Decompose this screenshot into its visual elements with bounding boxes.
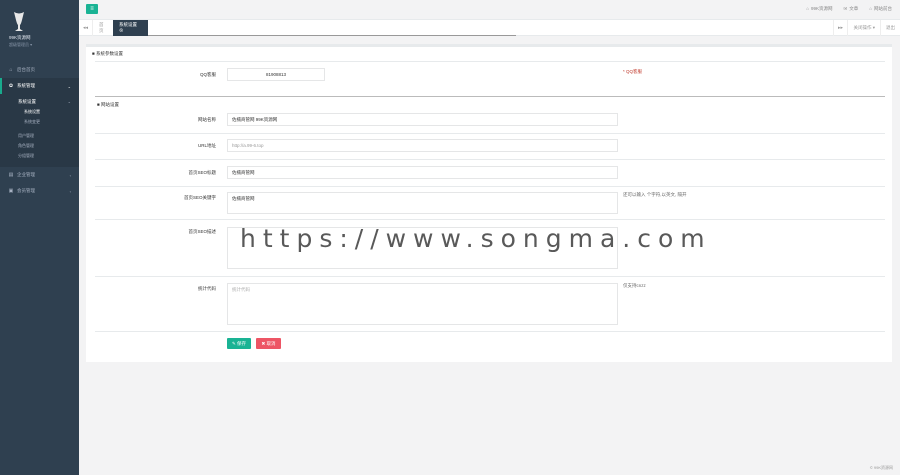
section-title-site: ■ 网站设置 [97, 102, 119, 107]
chevron-left-icon: ‹ [69, 188, 71, 194]
close-tabs-dropdown[interactable]: 关闭操作 ▾ [847, 20, 880, 36]
sidebar-subgroup-label: 系统设置 [18, 98, 36, 104]
tabs-scroll-left-button[interactable]: ◂◂ [79, 20, 93, 36]
top-header: ≡ ⌂ 99K资源网 ✉ 文章 ⌂ 网站前台 [79, 0, 900, 20]
divider [95, 96, 885, 97]
divider [95, 133, 885, 134]
footer-copyright: © 99K资源网 [869, 465, 893, 470]
stat-code-label: 统计代码 [198, 286, 216, 291]
chevron-down-icon: ⌄ [67, 83, 71, 89]
stat-code-textarea[interactable]: 统计代码 [227, 283, 618, 325]
sidebar-item-enterprise[interactable]: ▤ 企业管理 ‹ [0, 167, 79, 183]
settings-panel: ■ 系统参数设置 QQ客服 81908813 * QQ客服 ■ 网站设置 网站名… [86, 44, 892, 362]
divider [95, 219, 885, 220]
home-icon: ⌂ [9, 67, 13, 73]
url-input[interactable]: http://a.99-6.top [227, 139, 618, 152]
tabs-scroll-right-button[interactable]: ▸▸ [833, 20, 847, 36]
tab-home[interactable]: 首页 [93, 20, 113, 36]
sidebar-item-members[interactable]: ▣ 会员管理 ‹ [0, 183, 79, 199]
top-link-site[interactable]: ⌂ 99K资源网 [806, 6, 832, 12]
section-title-system-params: ■ 系统参数设置 [92, 51, 123, 56]
top-link-articles[interactable]: ✉ 文章 [844, 6, 859, 12]
divider [95, 61, 885, 62]
sidebar-item-label: 企业管理 [17, 172, 35, 177]
home-icon: ⌂ [806, 6, 809, 11]
menu-toggle-button[interactable]: ≡ [86, 4, 98, 14]
tabs-bar: ◂◂ 首页 系统设置 ⊗ ▸▸ 关闭操作 ▾ 退出 [79, 20, 900, 36]
qq-hint: * QQ客服 [623, 69, 643, 74]
gear-icon: ✿ [8, 83, 14, 89]
sidebar-item-home[interactable]: ⌂ 后台首页 [0, 62, 79, 78]
seo-keywords-label: 首页SEO关键字 [183, 195, 216, 200]
sidebar-item-label: 后台首页 [17, 67, 35, 72]
seo-keywords-textarea[interactable]: 佐楠商管网 [227, 192, 618, 214]
sidebar-subitem-system-change[interactable]: 系统变更 [0, 117, 79, 127]
sidebar-item-system[interactable]: ✿ 系统管理 ⌄ [0, 78, 79, 94]
qq-label: QQ客服 [199, 72, 216, 77]
seo-title-label: 首页SEO标题 [188, 170, 216, 175]
top-links: ⌂ 99K资源网 ✉ 文章 ⌂ 网站前台 [806, 6, 892, 12]
sidebar-item-label: 系统管理 [17, 83, 35, 88]
url-label: URL地址 [197, 143, 216, 148]
cancel-button[interactable]: ✖ 取消 [256, 338, 281, 349]
tab-system-settings[interactable]: 系统设置 ⊗ [113, 20, 148, 36]
box-icon: ▤ [8, 172, 14, 178]
seo-keywords-hint: 还可以输入 个字符,以英文, 隔开 [623, 192, 687, 197]
sidebar-nav: ⌂ 后台首页 ✿ 系统管理 ⌄ 系统设置 ⌄ 系统设置 系统变更 用户管理 角色… [0, 62, 79, 199]
seo-title-input[interactable]: 佐楠商管网 [227, 166, 618, 179]
profile-role[interactable]: 超级管理员 ▾ [9, 42, 32, 48]
profile-name[interactable]: 99K资源网 [9, 35, 31, 41]
site-name-label: 网站名称 [198, 117, 216, 122]
divider [95, 276, 885, 277]
watermark: https://www.songma.com [240, 224, 712, 253]
qq-input[interactable]: 81908813 [227, 68, 325, 81]
mail-icon: ✉ [843, 6, 848, 11]
sidebar-submenu: 系统设置 ⌄ 系统设置 系统变更 用户管理 角色管理 分组管理 [0, 94, 79, 167]
logo-icon [12, 12, 26, 32]
sidebar-subitem-users[interactable]: 用户管理 [0, 131, 79, 141]
user-icon: ▣ [8, 188, 14, 194]
home-icon: ⌂ [869, 6, 872, 11]
chevron-down-icon: ⌄ [67, 99, 71, 104]
stat-code-hint: 仅支持cnzz [623, 283, 646, 288]
top-link-frontend[interactable]: ⌂ 网站前台 [869, 6, 892, 12]
divider [95, 331, 885, 332]
sidebar-subitem-roles[interactable]: 角色管理 [0, 141, 79, 151]
profile: 99K资源网 超级管理员 ▾ [0, 0, 79, 56]
sidebar: 99K资源网 超级管理员 ▾ ⌂ 后台首页 ✿ 系统管理 ⌄ 系统设置 ⌄ 系统… [0, 0, 79, 475]
divider [95, 159, 885, 160]
logout-button[interactable]: 退出 [880, 20, 900, 36]
tab-loading-bar [148, 35, 516, 36]
tab-actions: 关闭操作 ▾ 退出 [847, 20, 900, 36]
divider [95, 186, 885, 187]
save-button[interactable]: ✎ 保存 [227, 338, 251, 349]
sidebar-subgroup-settings[interactable]: 系统设置 ⌄ [0, 96, 79, 107]
seo-description-label: 首页SEO描述 [188, 229, 216, 234]
sidebar-subitem-groups[interactable]: 分组管理 [0, 151, 79, 161]
site-name-input[interactable]: 佐楠商管网 99K资源网 [227, 113, 618, 126]
sidebar-subitem-system-settings[interactable]: 系统设置 [0, 107, 79, 117]
chevron-left-icon: ‹ [69, 172, 71, 178]
sidebar-item-label: 会员管理 [17, 188, 35, 193]
